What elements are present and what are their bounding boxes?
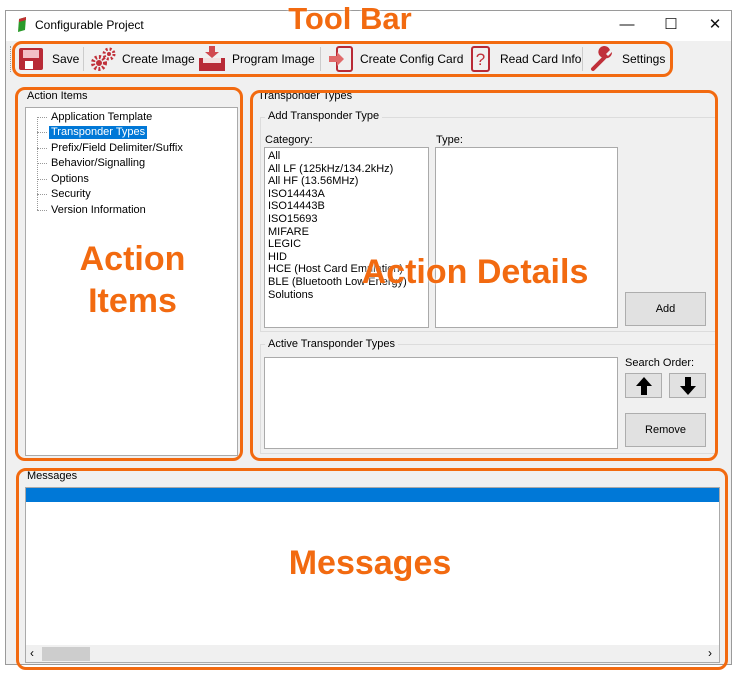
minimize-button[interactable]: —: [615, 14, 639, 36]
annotation-tool-bar: Tool Bar: [288, 1, 412, 36]
window-title: Configurable Project: [35, 18, 144, 32]
maximize-button[interactable]: ☐: [659, 14, 683, 36]
toolbar-grip[interactable]: [10, 46, 11, 72]
annotation-action-items: Action Items: [79, 240, 186, 320]
close-button[interactable]: ✕: [703, 14, 727, 36]
app-icon: [18, 17, 26, 32]
toolbar-highlight: [12, 41, 673, 77]
annotation-action-details: Action Details: [361, 253, 589, 291]
annotation-messages: Messages: [288, 544, 452, 582]
